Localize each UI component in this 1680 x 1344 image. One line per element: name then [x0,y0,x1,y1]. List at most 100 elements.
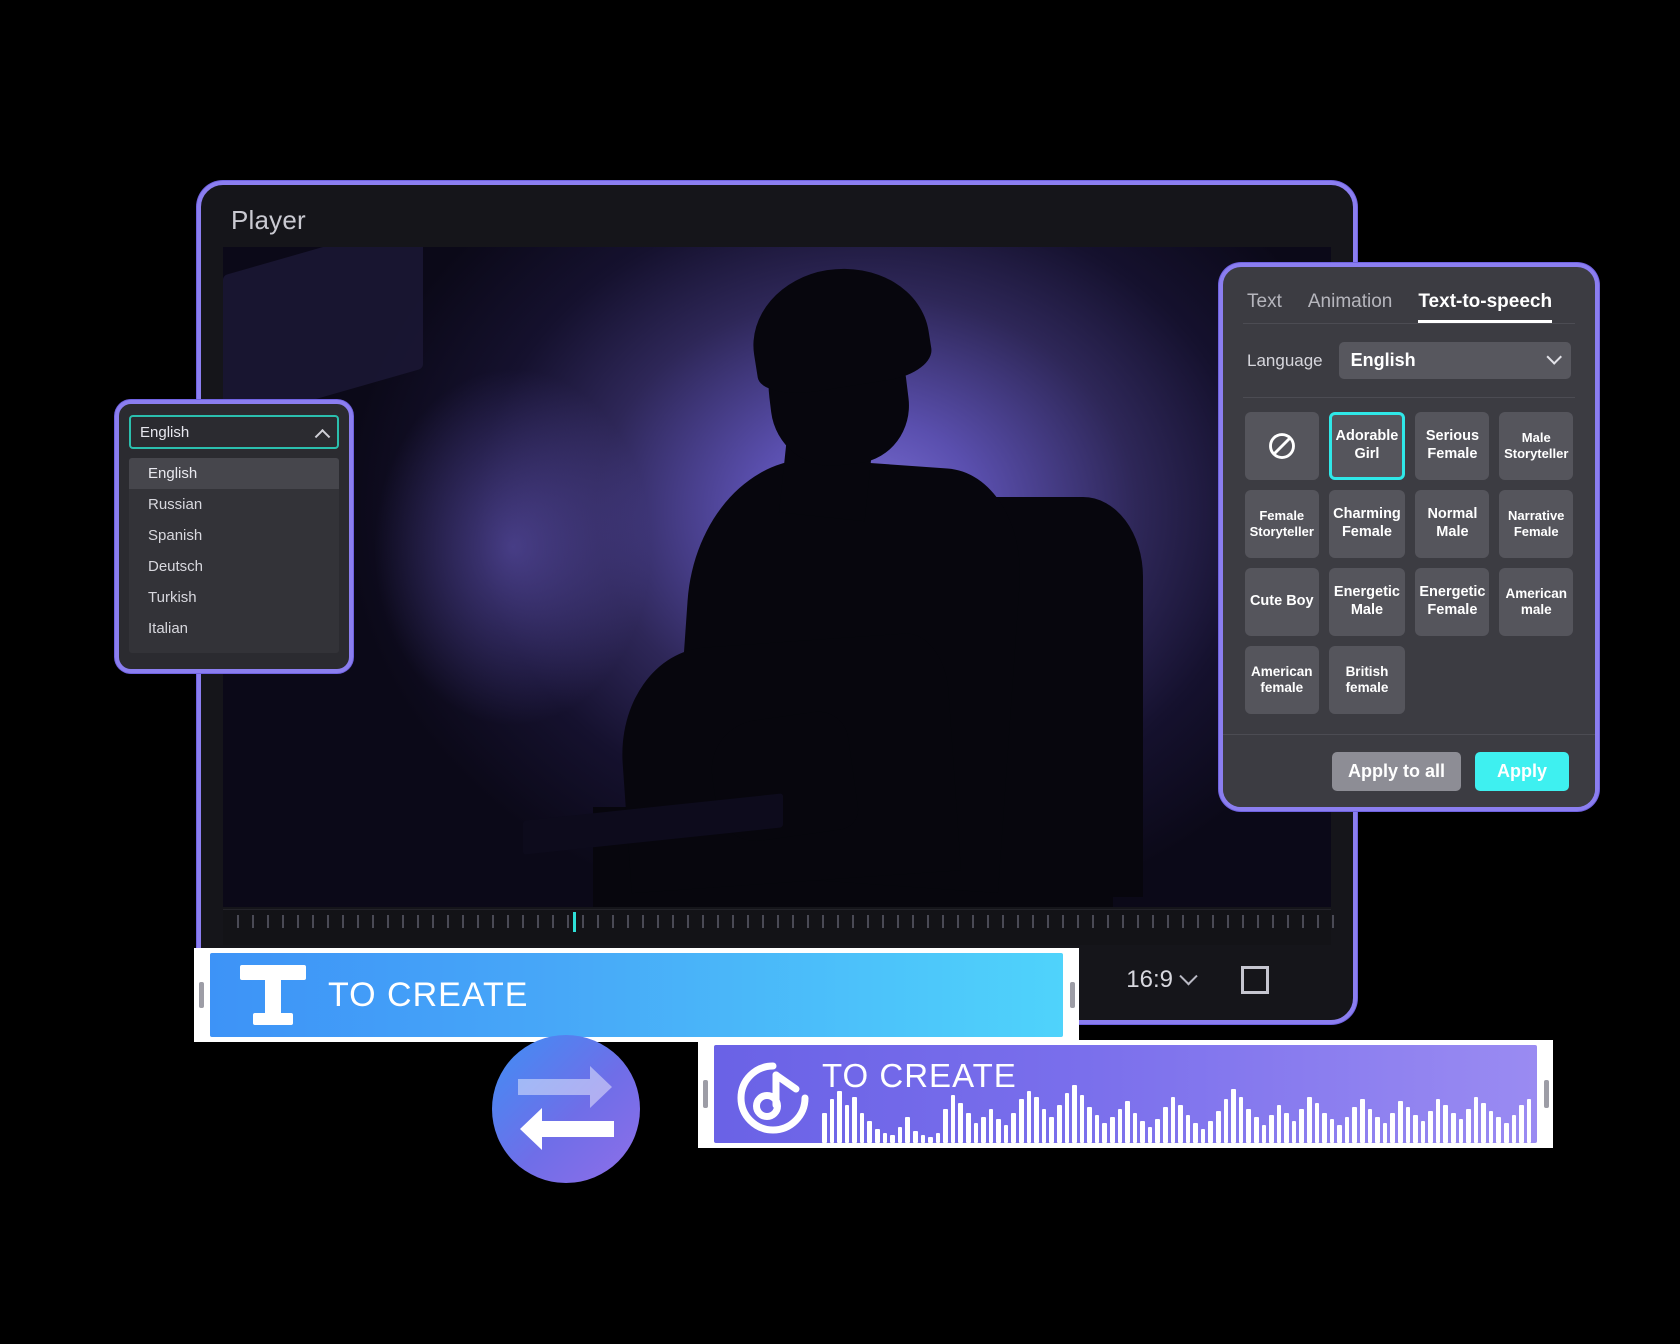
text-to-speech-panel: Text Animation Text-to-speech Language E… [1219,263,1599,811]
voice-option-american-male[interactable]: American male [1499,568,1573,636]
waveform-bar [897,1127,903,1143]
timeline-ruler[interactable] [223,909,1334,946]
language-row: Language English [1223,324,1595,379]
tab-text[interactable]: Text [1247,291,1282,323]
waveform-bar [1185,1115,1191,1143]
voice-option-british-female[interactable]: British female [1328,646,1406,714]
video-preview[interactable]: TO CREATE [223,247,1331,907]
ruler-tick [1107,915,1109,928]
audio-clip[interactable]: TO CREATE [698,1040,1553,1148]
ruler-tick [1167,915,1169,928]
waveform-bar [1117,1109,1123,1143]
voice-option-none[interactable] [1245,412,1319,480]
ruler-tick [897,915,899,928]
voice-option-serious-female[interactable]: Serious Female [1415,412,1490,480]
language-dropdown-field[interactable]: English [129,415,339,449]
text-clip[interactable]: TO CREATE [194,948,1079,1042]
ruler-tick [297,915,299,928]
voice-option-adorable-girl[interactable]: Adorable Girl [1328,412,1406,480]
voice-grid: Adorable Girl Serious Female Male Storyt… [1223,398,1595,714]
music-note-icon [737,1062,809,1134]
voice-option-charming-female[interactable]: Charming Female [1328,490,1406,558]
ruler-tick [1062,915,1064,928]
ruler-tick [1152,915,1154,928]
waveform-bar [988,1109,994,1143]
waveform-bar [1238,1097,1244,1143]
fullscreen-icon[interactable] [1241,966,1269,994]
ruler-tick [237,915,239,928]
waveform-bar [1178,1105,1183,1143]
ruler-tick [1122,915,1124,928]
voice-option-american-female[interactable]: American female [1245,646,1319,714]
language-option-spanish[interactable]: Spanish [129,520,339,551]
language-option-deutsch[interactable]: Deutsch [129,551,339,582]
ruler-tick [867,915,869,928]
voice-option-narrative-female[interactable]: Narrative Female [1499,490,1573,558]
voice-option-cute-boy[interactable]: Cute Boy [1245,568,1319,636]
waveform-bar [1405,1107,1411,1143]
ruler-tick [387,915,389,928]
ruler-tick [672,915,674,928]
waveform-bar [1019,1099,1024,1143]
waveform-bar [1125,1101,1130,1143]
playhead[interactable] [573,912,576,932]
voice-option-normal-male[interactable]: Normal Male [1415,490,1490,558]
waveform-bar [950,1095,956,1143]
waveform-bar [905,1117,910,1143]
waveform-bar [1519,1105,1524,1143]
ruler-tick [372,915,374,928]
language-option-italian[interactable]: Italian [129,613,339,644]
text-clip-body[interactable]: TO CREATE [210,953,1063,1037]
clip-handle-right[interactable] [1065,948,1079,1042]
waveform-bar [1276,1105,1282,1143]
waveform-bar [844,1105,850,1143]
ruler-tick [447,915,449,928]
apply-to-all-button[interactable]: Apply to all [1331,751,1461,791]
voice-option-energetic-female[interactable]: Energetic Female [1415,568,1490,636]
waveform-bar [928,1137,933,1143]
waveform-bar [1102,1123,1107,1143]
voice-option-female-storyteller[interactable]: Female Storyteller [1245,490,1319,558]
waveform-bar [920,1135,926,1143]
ruler-tick [702,915,704,928]
tab-text-to-speech[interactable]: Text-to-speech [1418,291,1552,323]
waveform-bar [1299,1109,1304,1143]
ruler-tick [477,915,479,928]
ruler-tick [342,915,344,928]
ruler-tick [567,915,569,928]
ruler-tick [282,915,284,928]
waveform-bar [1208,1121,1214,1143]
audio-clip-body[interactable]: TO CREATE [714,1045,1537,1143]
clip-handle-left[interactable] [194,948,208,1042]
tab-animation[interactable]: Animation [1308,291,1393,323]
ruler-tick [942,915,944,928]
ruler-tick [1212,915,1214,928]
waveform-bar [875,1129,880,1143]
ruler-tick [1002,915,1004,928]
clip-handle-right[interactable] [1539,1040,1553,1148]
waveform-bar [1034,1097,1039,1143]
waveform-bar [1413,1115,1418,1143]
waveform-bar [1382,1123,1388,1143]
ruler-tick [1287,915,1289,928]
apply-button[interactable]: Apply [1474,751,1569,791]
language-option-english[interactable]: English [129,458,339,489]
language-option-turkish[interactable]: Turkish [129,582,339,613]
waveform-bar [943,1109,948,1143]
language-dropdown-value: English [140,423,190,441]
waveform-bar [882,1133,888,1143]
language-option-russian[interactable]: Russian [129,489,339,520]
voice-option-energetic-male[interactable]: Energetic Male [1328,568,1406,636]
aspect-ratio-selector[interactable]: 16:9 [1126,966,1198,994]
clip-handle-left[interactable] [698,1040,712,1148]
waveform-bar [1526,1099,1532,1143]
waveform-bar [1087,1107,1092,1143]
waveform-bar [1041,1109,1047,1143]
waveform-bar [1109,1117,1115,1143]
waveform-bar [1450,1113,1456,1143]
voice-option-male-storyteller[interactable]: Male Storyteller [1499,412,1573,480]
ruler-tick [762,915,764,928]
waveform-bar [1079,1095,1085,1143]
language-select[interactable]: English [1338,342,1571,379]
swap-badge[interactable] [492,1035,640,1183]
